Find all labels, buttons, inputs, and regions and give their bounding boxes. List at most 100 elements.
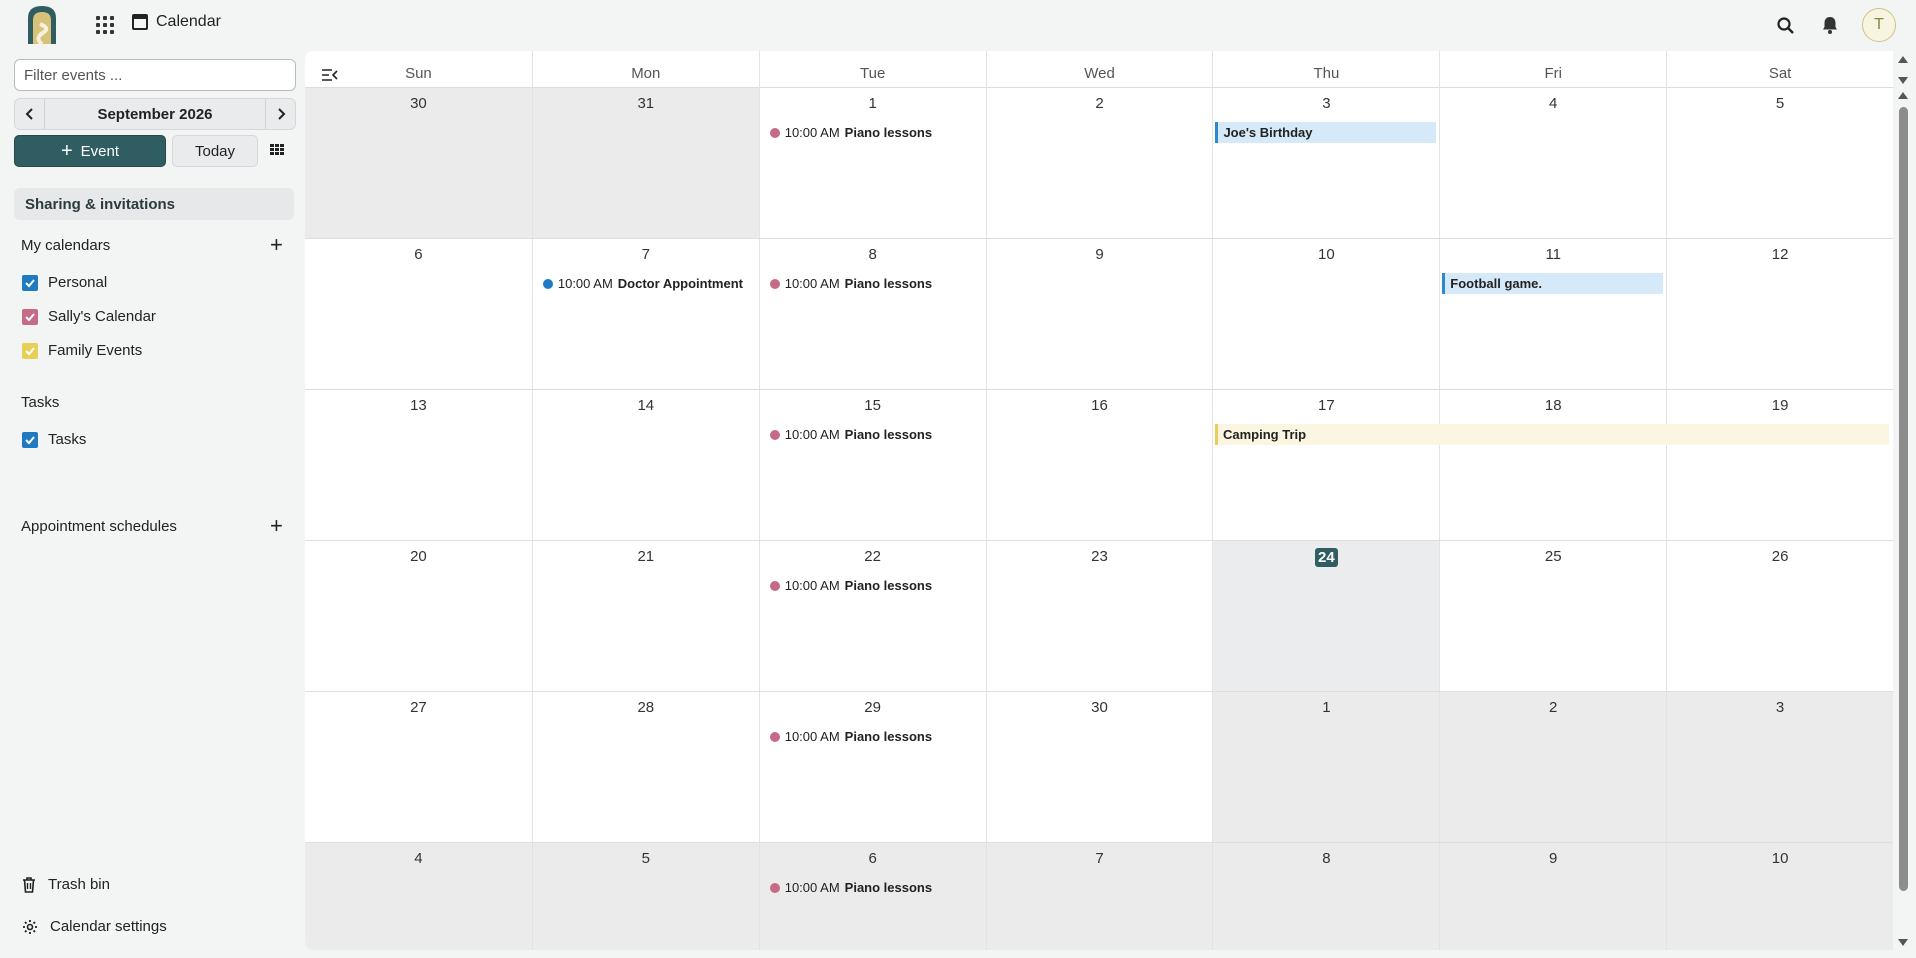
day-cell[interactable]: 2: [1439, 692, 1667, 842]
trash-bin-link[interactable]: Trash bin: [22, 876, 110, 893]
tasks-item[interactable]: Tasks: [22, 431, 86, 448]
day-cell[interactable]: 4: [305, 843, 532, 950]
day-cell[interactable]: 10: [1666, 843, 1893, 950]
day-cell[interactable]: 6 10:00 AM Piano lessons: [758, 843, 986, 950]
day-number: 7: [1095, 850, 1104, 867]
day-cell[interactable]: 29 10:00 AM Piano lessons: [758, 692, 986, 842]
day-cell[interactable]: 3: [1666, 692, 1893, 842]
chevron-left-icon: [25, 108, 33, 120]
day-cell[interactable]: 2: [985, 88, 1213, 238]
day-cell[interactable]: 12: [1666, 239, 1893, 389]
calendar-icon: [132, 14, 148, 30]
day-cell[interactable]: 5: [531, 843, 759, 950]
search-icon[interactable]: [1776, 16, 1796, 36]
day-cell[interactable]: 7: [985, 843, 1213, 950]
view-switcher-grid-icon[interactable]: [270, 144, 284, 157]
day-cell[interactable]: 25: [1439, 541, 1666, 691]
day-cell[interactable]: 28: [531, 692, 759, 842]
plus-icon: +: [60, 140, 73, 162]
family-events-checkbox[interactable]: [22, 342, 38, 359]
add-calendar-button[interactable]: +: [270, 234, 283, 256]
calendar-item-personal[interactable]: Personal: [22, 274, 107, 291]
day-cell[interactable]: 30: [305, 88, 532, 238]
previous-month-button[interactable]: [15, 99, 45, 129]
day-cell[interactable]: 19: [1666, 390, 1893, 540]
current-month-label[interactable]: September 2026: [45, 106, 265, 123]
today-button[interactable]: Today: [172, 135, 258, 167]
event-dot: [769, 127, 780, 138]
event-piano-lessons[interactable]: 10:00 AM Piano lessons: [769, 578, 932, 593]
event-football-game[interactable]: Football game.: [1442, 273, 1664, 294]
calendar-item-sallys[interactable]: Sally's Calendar: [22, 308, 156, 325]
month-calendar-grid: Sun Mon Tue Wed Thu Fri Sat 30 31 1 10:0…: [305, 51, 1893, 950]
day-number: 8: [868, 246, 877, 263]
week-row: 20 21 22 10:00 AM Piano lessons 23 24 25 …: [305, 541, 1893, 692]
scroll-down-arrow-icon[interactable]: [1898, 77, 1908, 84]
event-piano-lessons[interactable]: 10:00 AM Piano lessons: [769, 276, 932, 291]
day-cell[interactable]: 1 10:00 AM Piano lessons: [758, 88, 986, 238]
sallys-calendar-checkbox[interactable]: [22, 308, 38, 325]
day-cell[interactable]: 9: [1439, 843, 1667, 950]
day-cell[interactable]: 14: [531, 390, 759, 540]
day-cell[interactable]: 5: [1666, 88, 1893, 238]
day-cell[interactable]: 13: [305, 390, 532, 540]
event-piano-lessons[interactable]: 10:00 AM Piano lessons: [769, 880, 933, 895]
day-cell[interactable]: 18: [1439, 390, 1666, 540]
event-camping-trip[interactable]: Camping Trip: [1215, 424, 1889, 445]
day-cell[interactable]: 21: [531, 541, 759, 691]
event-joes-birthday[interactable]: Joe's Birthday: [1215, 122, 1437, 143]
notifications-bell-icon[interactable]: [1820, 15, 1840, 35]
personal-checkbox[interactable]: [22, 274, 38, 291]
week-row: 6 7 10:00 AM Doctor Appointment 8 10:00 A…: [305, 239, 1893, 390]
collapse-sidebar-icon[interactable]: [321, 68, 339, 82]
scroll-down-arrow-icon[interactable]: [1898, 939, 1908, 946]
calendar-item-family-events[interactable]: Family Events: [22, 342, 142, 359]
day-cell[interactable]: 22 10:00 AM Piano lessons: [758, 541, 986, 691]
day-cell[interactable]: 1: [1212, 692, 1440, 842]
day-cell[interactable]: 31: [531, 88, 759, 238]
day-number: 9: [1549, 850, 1558, 867]
user-avatar[interactable]: T: [1862, 8, 1896, 42]
scrollbar-thumb[interactable]: [1899, 107, 1908, 891]
day-cell[interactable]: 3 Joe's Birthday: [1212, 88, 1439, 238]
event-doctor-appointment[interactable]: 10:00 AM Doctor Appointment: [542, 276, 743, 291]
day-cell[interactable]: 11 Football game.: [1439, 239, 1666, 389]
day-cell[interactable]: 27: [305, 692, 532, 842]
event-piano-lessons[interactable]: 10:00 AM Piano lessons: [769, 125, 932, 140]
weekday-sat: Sat: [1666, 51, 1893, 88]
day-cell-today[interactable]: 24: [1212, 541, 1440, 691]
day-cell[interactable]: 4: [1439, 88, 1666, 238]
day-cell[interactable]: 10: [1212, 239, 1439, 389]
event-dot: [769, 731, 780, 742]
event-title: Piano lessons: [844, 880, 933, 895]
day-cell[interactable]: 15 10:00 AM Piano lessons: [758, 390, 986, 540]
day-cell[interactable]: 8 10:00 AM Piano lessons: [758, 239, 986, 389]
event-piano-lessons[interactable]: 10:00 AM Piano lessons: [769, 729, 932, 744]
day-cell[interactable]: 16: [985, 390, 1213, 540]
day-cell[interactable]: 9: [985, 239, 1213, 389]
app-logo-icon[interactable]: [24, 4, 60, 46]
calendar-settings-link[interactable]: Calendar settings: [22, 918, 167, 935]
day-cell[interactable]: 7 10:00 AM Doctor Appointment: [531, 239, 759, 389]
day-cell[interactable]: 30: [985, 692, 1213, 842]
day-cell[interactable]: 6: [305, 239, 532, 389]
next-month-button[interactable]: [265, 99, 295, 129]
event-piano-lessons[interactable]: 10:00 AM Piano lessons: [769, 427, 932, 442]
add-appointment-schedule-button[interactable]: +: [270, 515, 283, 537]
vertical-scrollbar[interactable]: [1893, 51, 1916, 950]
day-cell[interactable]: 20: [305, 541, 532, 691]
sharing-invitations-button[interactable]: Sharing & invitations: [14, 188, 294, 220]
scroll-up-arrow-icon[interactable]: [1898, 56, 1908, 63]
apps-grid-icon[interactable]: [94, 14, 114, 34]
weekday-thu: Thu: [1212, 51, 1439, 88]
tasks-checkbox[interactable]: [22, 431, 38, 448]
day-number: 27: [410, 699, 427, 716]
day-cell[interactable]: 17: [1212, 390, 1439, 540]
day-number: 8: [1322, 850, 1331, 867]
new-event-button[interactable]: + Event: [14, 135, 166, 167]
day-cell[interactable]: 26: [1666, 541, 1893, 691]
filter-events-input[interactable]: [14, 59, 296, 91]
scroll-up-arrow-icon[interactable]: [1898, 92, 1908, 99]
day-cell[interactable]: 8: [1212, 843, 1440, 950]
day-cell[interactable]: 23: [985, 541, 1213, 691]
